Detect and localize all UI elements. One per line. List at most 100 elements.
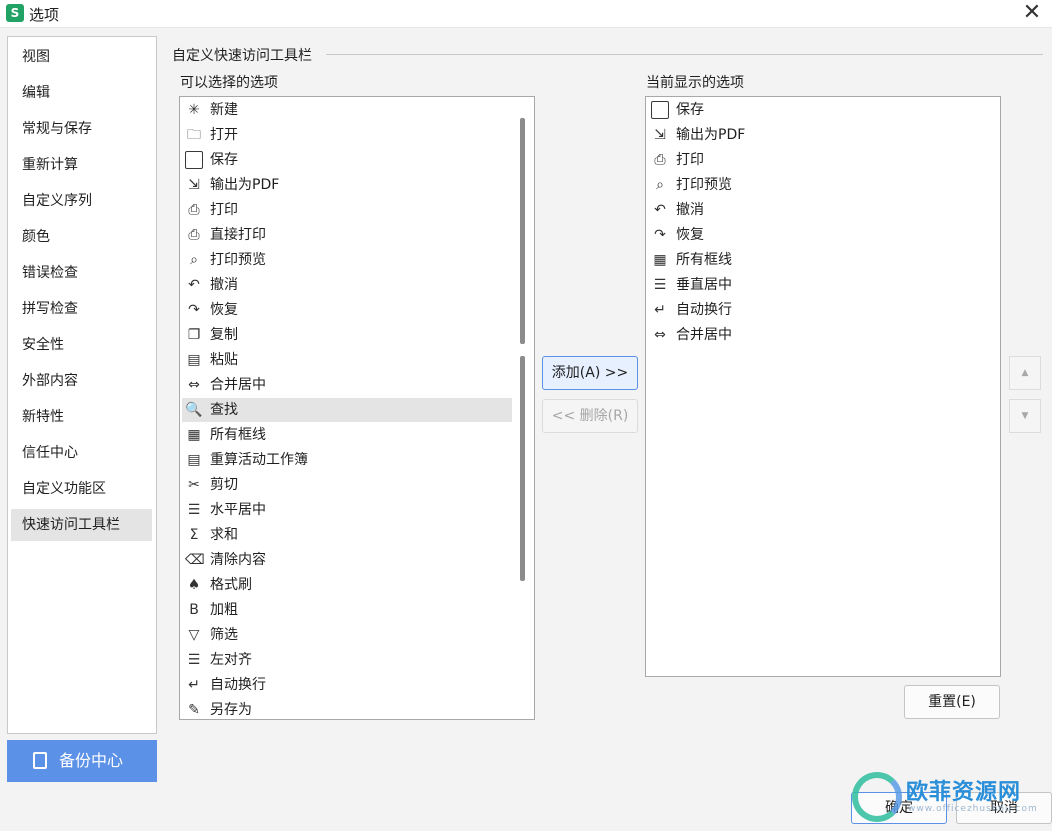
wrap-text-icon: ↵ [654, 302, 666, 318]
format-painter-icon: ♠ [187, 577, 201, 593]
list-item[interactable]: ↷ 恢复 [648, 223, 998, 247]
sidebar-item-general-save[interactable]: 常规与保存 [11, 113, 152, 145]
list-item[interactable]: ⎙ 打印 [648, 148, 998, 172]
print-icon: ⎙ [188, 202, 200, 218]
watermark: 欧菲资源网 www.officezhushou.com [852, 770, 1052, 830]
sidebar-item-view[interactable]: 视图 [11, 41, 152, 73]
list-item[interactable]: ♠ 格式刷 [182, 573, 512, 597]
redo-icon: ↷ [654, 227, 666, 243]
close-button[interactable]: ✕ [1020, 2, 1044, 26]
sidebar-item-new-features[interactable]: 新特性 [11, 401, 152, 433]
list-item[interactable]: ▦ 所有框线 [648, 248, 998, 272]
list-item[interactable]: ☰ 左对齐 [182, 648, 512, 672]
list-item[interactable]: Σ 求和 [182, 523, 512, 547]
list-item[interactable]: B 加粗 [182, 598, 512, 622]
sidebar-item-error-check[interactable]: 错误检查 [11, 257, 152, 289]
available-options-list[interactable]: ✳ 新建 🗀 打开 保存 ⇲ 输出为PDF ⎙ 打印 ⎙ 直接打印 ⌕ 打印预览 ↶ 撤消 ↷… [179, 96, 535, 720]
list-item[interactable]: ⌕ 打印预览 [182, 248, 512, 272]
available-list-scrollbar-upper[interactable] [520, 118, 525, 344]
sidebar-item-custom-lists[interactable]: 自定义序列 [11, 185, 152, 217]
list-item[interactable]: ⇔ 合并居中 [648, 323, 998, 347]
list-item[interactable]: ⇲ 输出为PDF [648, 123, 998, 147]
move-up-button[interactable]: ▲ [1009, 356, 1041, 390]
print-preview-icon: ⌕ [190, 252, 198, 268]
window-title: 选项 [29, 6, 60, 24]
sum-icon: Σ [189, 527, 199, 543]
sidebar-item-edit[interactable]: 编辑 [11, 77, 152, 109]
sidebar-item-trust-center[interactable]: 信任中心 [11, 437, 152, 469]
copy-icon: ❐ [187, 327, 201, 343]
list-item[interactable]: 保存 [648, 98, 998, 122]
recalculate-icon: ▤ [187, 452, 201, 468]
section-divider [326, 54, 1043, 55]
undo-icon: ↶ [654, 202, 666, 218]
backup-center-button[interactable]: 备份中心 [7, 740, 157, 782]
list-item[interactable]: ⌫ 清除内容 [182, 548, 512, 572]
sidebar-item-customize-ribbon[interactable]: 自定义功能区 [11, 473, 152, 505]
add-button[interactable]: 添加(A) >> [542, 356, 638, 390]
undo-icon: ↶ [188, 277, 200, 293]
export-pdf-icon: ⇲ [188, 177, 200, 193]
list-item-selected[interactable]: 🔍 查找 [182, 398, 512, 422]
cut-icon: ✂ [188, 477, 200, 493]
sidebar-item-recalculate[interactable]: 重新计算 [11, 149, 152, 181]
list-item[interactable]: ✳ 新建 [182, 98, 512, 122]
available-list-scrollbar-lower[interactable] [520, 356, 525, 581]
merge-center-icon: ⇔ [654, 327, 666, 343]
watermark-text: 欧菲资源网 [906, 780, 1022, 805]
merge-center-icon: ⇔ [188, 377, 200, 393]
available-options-label: 可以选择的选项 [180, 75, 278, 91]
reset-button[interactable]: 重置(E) [904, 685, 1000, 719]
list-item[interactable]: 🗀 打开 [182, 123, 512, 147]
list-item[interactable]: ↶ 撤消 [182, 273, 512, 297]
open-folder-icon: 🗀 [187, 127, 201, 143]
vertical-center-icon: ☰ [653, 277, 667, 293]
remove-button[interactable]: << 删除(R) [542, 399, 638, 433]
list-item[interactable]: ❐ 复制 [182, 323, 512, 347]
title-bar: S 选项 ✕ [0, 0, 1052, 28]
align-center-icon: ☰ [187, 502, 201, 518]
clear-content-icon: ⌫ [185, 552, 205, 568]
redo-icon: ↷ [188, 302, 200, 318]
sidebar-item-spell-check[interactable]: 拼写检查 [11, 293, 152, 325]
list-item[interactable]: ⇔ 合并居中 [182, 373, 512, 397]
align-left-icon: ☰ [187, 652, 201, 668]
list-item[interactable]: 保存 [182, 148, 512, 172]
watermark-logo-icon [852, 772, 902, 822]
list-item[interactable]: ⎙ 直接打印 [182, 223, 512, 247]
list-item[interactable]: ⎙ 打印 [182, 198, 512, 222]
watermark-url: www.officezhushou.com [908, 804, 1038, 814]
list-item[interactable]: ↶ 撤消 [648, 198, 998, 222]
print-icon: ⎙ [654, 152, 666, 168]
list-item[interactable]: ✂ 剪切 [182, 473, 512, 497]
list-item[interactable]: ↵ 自动换行 [648, 298, 998, 322]
current-options-list[interactable]: 保存 ⇲ 输出为PDF ⎙ 打印 ⌕ 打印预览 ↶ 撤消 ↷ 恢复 ▦ 所有框线 ☰ 垂直居中… [645, 96, 1001, 677]
new-file-icon: ✳ [188, 102, 200, 118]
sidebar-item-external-content[interactable]: 外部内容 [11, 365, 152, 397]
list-item[interactable]: ✎ 另存为 [182, 698, 512, 719]
list-item[interactable]: ⇲ 输出为PDF [182, 173, 512, 197]
current-options-label: 当前显示的选项 [646, 75, 744, 91]
sidebar-item-colors[interactable]: 颜色 [11, 221, 152, 253]
list-item[interactable]: ⌕ 打印预览 [648, 173, 998, 197]
filter-icon: ▽ [188, 627, 200, 643]
list-item[interactable]: ▤ 粘贴 [182, 348, 512, 372]
backup-center-label: 备份中心 [59, 751, 124, 770]
wrap-text-icon: ↵ [188, 677, 200, 693]
find-icon: 🔍 [185, 402, 203, 418]
sidebar-item-security[interactable]: 安全性 [11, 329, 152, 361]
print-preview-icon: ⌕ [656, 177, 664, 193]
section-title: 自定义快速访问工具栏 [172, 48, 312, 64]
save-as-icon: ✎ [188, 702, 200, 718]
list-item[interactable]: ▤ 重算活动工作簿 [182, 448, 512, 472]
list-item[interactable]: ↷ 恢复 [182, 298, 512, 322]
list-item[interactable]: ▦ 所有框线 [182, 423, 512, 447]
list-item[interactable]: ▽ 筛选 [182, 623, 512, 647]
move-down-button[interactable]: ▼ [1009, 399, 1041, 433]
sidebar-item-quick-access-toolbar[interactable]: 快速访问工具栏 [11, 509, 152, 541]
all-borders-icon: ▦ [653, 252, 667, 268]
all-borders-icon: ▦ [187, 427, 201, 443]
list-item[interactable]: ☰ 垂直居中 [648, 273, 998, 297]
list-item[interactable]: ☰ 水平居中 [182, 498, 512, 522]
list-item[interactable]: ↵ 自动换行 [182, 673, 512, 697]
